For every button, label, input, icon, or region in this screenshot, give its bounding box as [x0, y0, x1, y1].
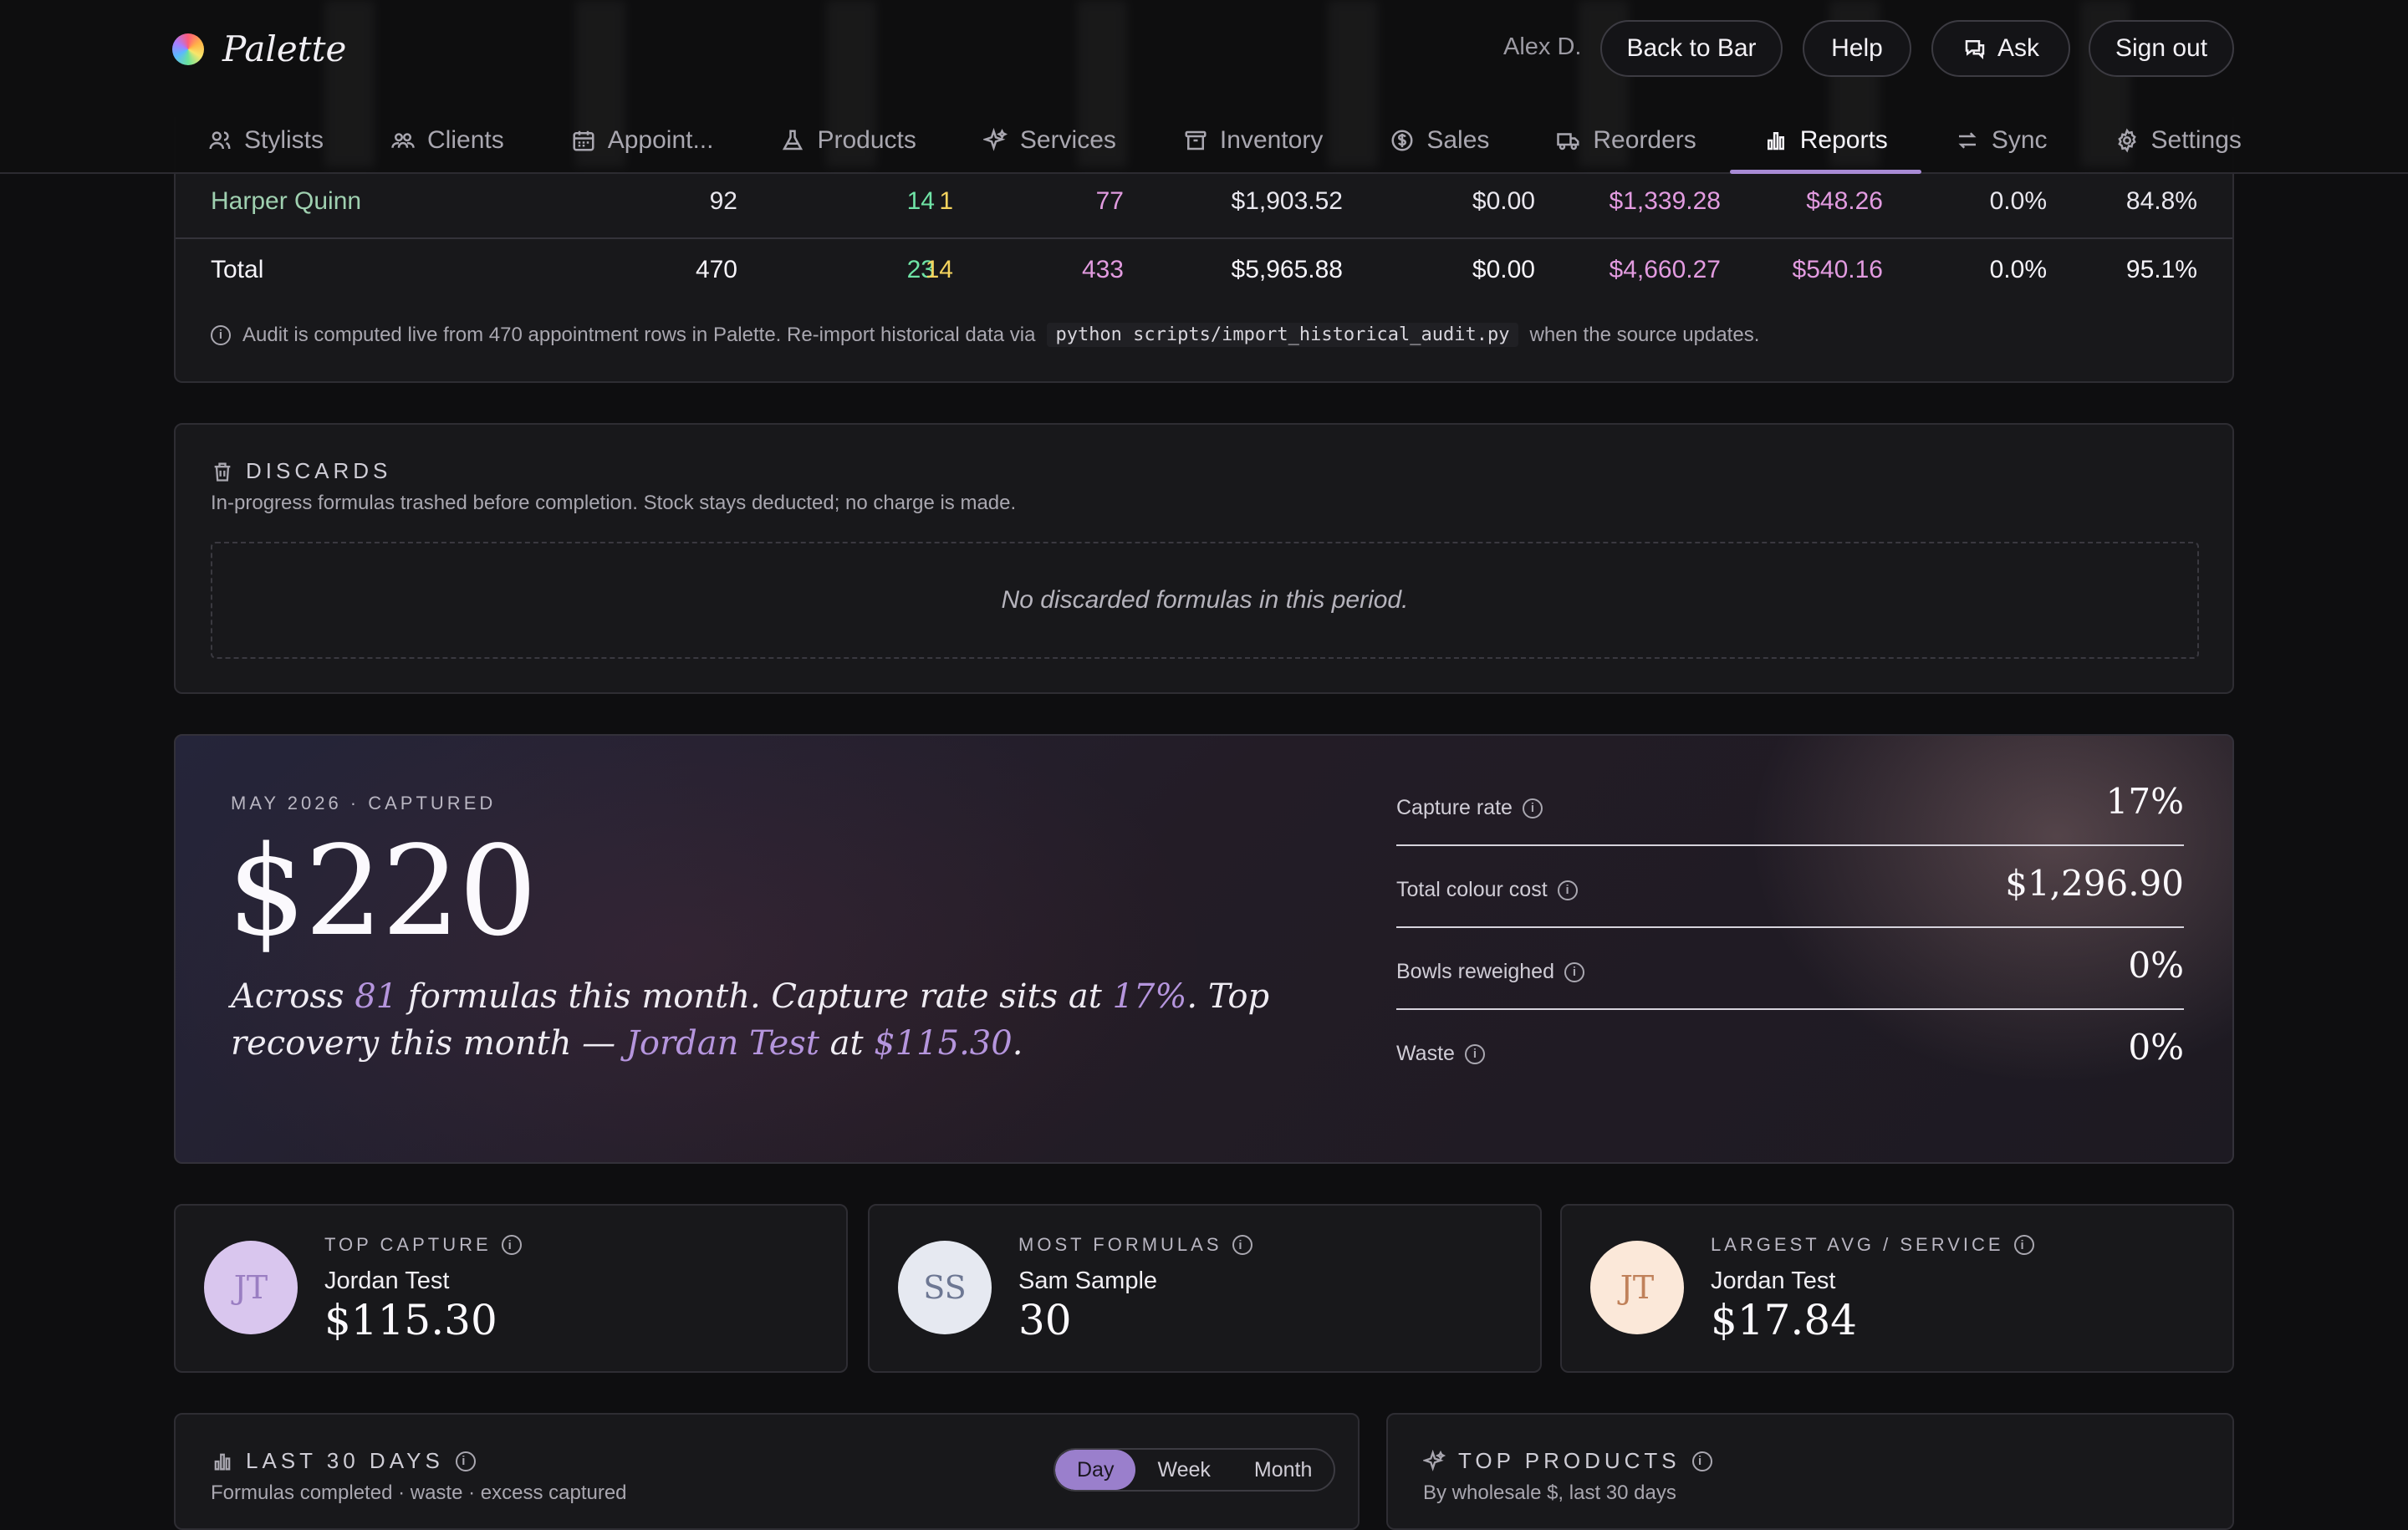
- discards-card: DISCARDS In-progress formulas trashed be…: [174, 423, 2234, 694]
- stat-card-largest-avg: JT LARGEST AVG / SERVICE i Jordan Test $1…: [1560, 1204, 2234, 1373]
- seg-day[interactable]: Day: [1055, 1450, 1136, 1490]
- info-icon[interactable]: i: [1564, 961, 1584, 982]
- tab-reorders[interactable]: Reorders: [1523, 107, 1729, 174]
- tab-inventory[interactable]: Inventory: [1150, 107, 1356, 174]
- tab-services[interactable]: Services: [950, 107, 1150, 174]
- users-icon: [209, 131, 231, 150]
- info-icon[interactable]: i: [1557, 880, 1578, 900]
- info-icon: i: [211, 324, 231, 345]
- sync-icon: [1958, 132, 1977, 149]
- captured-amount: $220: [227, 819, 538, 963]
- section-subtitle: In-progress formulas trashed before comp…: [211, 492, 1017, 514]
- last-30-days-card: LAST 30 DAYS i Formulas completed · wast…: [174, 1413, 1360, 1530]
- sparkles-icon: [982, 128, 1008, 151]
- stylist-name: Jordan Test: [324, 1267, 450, 1294]
- stat-value: 30: [1018, 1296, 1072, 1344]
- table-row: Harper Quinn 92 14 1 77 $1,903.52 $0.00 …: [211, 187, 2197, 216]
- seg-week[interactable]: Week: [1135, 1450, 1232, 1490]
- tab-products[interactable]: Products: [747, 107, 949, 174]
- bar-chart-icon: [1767, 132, 1784, 150]
- info-icon[interactable]: i: [1464, 1043, 1485, 1064]
- stat-card-most-formulas: SS MOST FORMULAS i Sam Sample 30: [868, 1204, 1542, 1373]
- info-icon[interactable]: i: [1522, 798, 1543, 819]
- stylist-name: Sam Sample: [1018, 1267, 1158, 1294]
- hero-eyebrow: MAY 2026 · CAPTURED: [231, 793, 497, 813]
- help-button[interactable]: Help: [1803, 20, 1911, 77]
- current-user: Alex D.: [1503, 33, 1582, 60]
- tab-clients[interactable]: Clients: [357, 107, 538, 174]
- audit-note: i Audit is computed live from 470 appoin…: [211, 323, 1759, 347]
- metric-bowls-reweighed: Bowls reweighed i 0%: [1396, 928, 2184, 1010]
- gear-icon: [2117, 128, 2136, 153]
- brand[interactable]: Palette: [172, 28, 346, 69]
- granularity-toggle: Day Week Month: [1054, 1448, 1336, 1492]
- empty-state: No discarded formulas in this period.: [211, 542, 2199, 659]
- section-subtitle: By wholesale $, last 30 days: [1423, 1482, 1676, 1504]
- stat-card-top-capture: JT TOP CAPTURE i Jordan Test $115.30: [174, 1204, 848, 1373]
- avatar: SS: [898, 1241, 992, 1334]
- bar-chart-icon: [214, 1453, 231, 1470]
- archive-icon: [1185, 130, 1207, 150]
- stylist-link[interactable]: Harper Quinn: [211, 187, 361, 216]
- section-title: LAST 30 DAYS i: [211, 1448, 476, 1474]
- clients-icon: [391, 133, 415, 148]
- avatar: JT: [204, 1241, 298, 1334]
- sparkles-icon: [1423, 1449, 1446, 1471]
- stat-value: $17.84: [1711, 1296, 1857, 1344]
- avatar: JT: [1590, 1241, 1684, 1334]
- import-command: python scripts/import_historical_audit.p…: [1047, 323, 1518, 347]
- tab-settings[interactable]: Settings: [2081, 107, 2275, 174]
- section-title: TOP PRODUCTS i: [1423, 1448, 1712, 1474]
- info-icon[interactable]: i: [2013, 1235, 2034, 1255]
- dollar-icon: [1391, 130, 1413, 151]
- chat-icon: [1965, 40, 1985, 60]
- calendar-icon: [573, 130, 594, 151]
- seg-month[interactable]: Month: [1232, 1450, 1334, 1490]
- stat-value: $115.30: [324, 1296, 497, 1344]
- ask-button[interactable]: Ask: [1931, 20, 2070, 77]
- brand-name: Palette: [222, 28, 347, 69]
- tab-appointments[interactable]: Appoint...: [538, 107, 747, 174]
- tab-sync[interactable]: Sync: [1921, 107, 2081, 174]
- truck-icon: [1557, 133, 1579, 150]
- back-to-bar-button[interactable]: Back to Bar: [1600, 20, 1783, 77]
- trash-icon: [214, 462, 231, 482]
- sign-out-button[interactable]: Sign out: [2089, 20, 2234, 77]
- top-stylist-link[interactable]: Jordan Test: [626, 1024, 819, 1063]
- section-subtitle: Formulas completed · waste · excess capt…: [211, 1482, 627, 1504]
- tab-sales[interactable]: Sales: [1356, 107, 1523, 174]
- top-header: Palette Alex D. Back to Bar Help Ask Sig…: [0, 0, 2408, 174]
- captured-hero-card: MAY 2026 · CAPTURED $220 Across 81 formu…: [174, 734, 2234, 1164]
- metric-total-colour-cost: Total colour cost i $1,296.90: [1396, 846, 2184, 928]
- metric-capture-rate: Capture rate i 17%: [1396, 764, 2184, 846]
- tab-reports[interactable]: Reports: [1729, 107, 1921, 174]
- tab-stylists[interactable]: Stylists: [174, 107, 357, 174]
- hero-summary: Across 81 formulas this month. Capture r…: [231, 977, 1270, 1063]
- info-icon[interactable]: i: [455, 1451, 476, 1471]
- section-title: DISCARDS: [211, 458, 391, 484]
- top-products-card: TOP PRODUCTS i By wholesale $, last 30 d…: [1386, 1413, 2234, 1530]
- main-nav: Stylists Clients Appoint... Products Ser…: [174, 107, 2275, 174]
- info-icon[interactable]: i: [1232, 1235, 1252, 1255]
- palette-logo-icon: [172, 33, 204, 65]
- info-icon[interactable]: i: [1691, 1451, 1712, 1471]
- table-total-row: Total 470 23 14 433 $5,965.88 $0.00 $4,6…: [211, 256, 2197, 283]
- flask-icon: [783, 130, 804, 150]
- metric-waste: Waste i 0%: [1396, 1027, 2184, 1068]
- stylist-name: Jordan Test: [1711, 1267, 1836, 1294]
- info-icon[interactable]: i: [501, 1235, 522, 1255]
